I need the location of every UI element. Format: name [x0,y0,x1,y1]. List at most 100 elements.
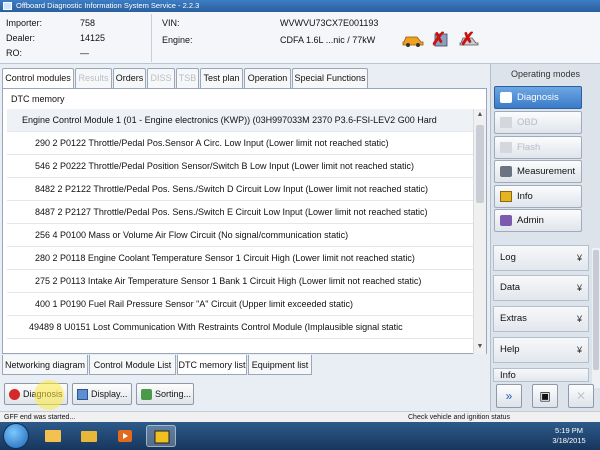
mode-label: Flash [517,142,541,153]
accordion-label: Log [500,252,516,263]
tab-test-plan[interactable]: Test plan [200,68,243,88]
vehicle-error-icon: ✗ [460,29,476,49]
accordion-label: Help [500,344,520,355]
ro-label: RO: [6,48,23,58]
start-button[interactable] [3,423,29,449]
scroll-up-icon[interactable]: ▲ [476,111,484,119]
dealer-label: Dealer: [6,33,36,43]
main-tabs: Control modules Results Orders DISS TSB … [2,68,488,89]
list-tabs: Networking diagram Control Module List D… [2,355,488,375]
mode-info-button[interactable]: Info [494,185,582,208]
dtc-memory-panel: DTC memory Engine Control Module 1 (01 -… [2,88,487,354]
dtc-row[interactable]: 49489 8 U0151 Lost Communication With Re… [7,316,473,339]
display-button[interactable]: Display... [72,383,132,405]
engine-value: CDFA 1.6L ...nic / 77kW [280,35,376,45]
info-mode-icon [500,191,512,202]
mode-measurement-button[interactable]: Measurement [494,160,582,183]
chevron-down-icon: ¥ [576,253,582,263]
car-icon [402,36,424,47]
tab-control-modules[interactable]: Control modules [2,68,74,89]
measurement-mode-icon [500,166,512,177]
accordion-data[interactable]: Data ¥ [493,275,589,301]
tab-diss[interactable]: DISS [147,68,175,88]
app-icon [3,2,12,10]
accordion-label: Info [500,370,516,381]
forward-icon[interactable]: » [496,384,522,408]
mode-label: Diagnosis [517,92,559,103]
accordion-help[interactable]: Help ¥ [493,337,589,363]
vin-label: VIN: [162,18,180,28]
chevron-down-icon: ¥ [576,345,582,355]
mode-label: OBD [517,117,538,128]
accordion-info[interactable]: Info [493,368,589,382]
folder-icon[interactable] [74,425,104,447]
mode-label: Info [517,191,533,202]
odis-app-icon[interactable] [146,425,176,447]
tab-operation[interactable]: Operation [244,68,291,88]
sorting-button-label: Sorting... [155,389,192,399]
sidebar-heading: Operating modes [510,69,581,79]
tab-equipment-list[interactable]: Equipment list [248,355,312,375]
tab-networking-diagram[interactable]: Networking diagram [2,355,88,375]
tab-control-module-list[interactable]: Control Module List [89,355,176,375]
sidebar-controls: » ▣ ✕ [496,384,596,408]
importer-value: 758 [80,18,96,28]
clock-date: 3/18/2015 [552,436,586,445]
accordion-log[interactable]: Log ¥ [493,245,589,271]
dtc-row[interactable]: 400 1 P0190 Fuel Rail Pressure Sensor "A… [7,293,473,316]
tab-special-functions[interactable]: Special Functions [292,68,368,88]
tab-results[interactable]: Results [75,68,112,88]
mode-flash-button[interactable]: Flash [494,136,582,159]
dtc-row[interactable]: 256 4 P0100 Mass or Volume Air Flow Circ… [7,224,473,247]
sorting-button[interactable]: Sorting... [136,383,194,405]
dtc-row[interactable]: 275 2 P0113 Intake Air Temperature Senso… [7,270,473,293]
vehicle-info: VIN: WVWVU73CX7E001193 Engine: CDFA 1.6L… [156,14,396,62]
dealer-value: 14125 [80,33,106,43]
display-icon [77,389,88,400]
interface-error-icon: ✗ [431,29,447,49]
media-player-icon[interactable] [110,425,140,447]
taskbar: 5:19 PM 3/18/2015 [0,422,600,450]
system-clock[interactable]: 5:19 PM 3/18/2015 [540,426,598,446]
connection-status: ✗ ✗ [400,28,490,58]
importer-label: Importer: [6,18,43,28]
dtc-row[interactable]: 8487 2 P2127 Throttle/Pedal Pos. Sens./S… [7,201,473,224]
dealer-info: Importer: 758 Dealer: 14125 RO: — [0,14,152,62]
status-bar: GFF end was started... Check vehicle and… [0,411,600,422]
chevron-down-icon: ¥ [576,314,582,324]
scroll-thumb[interactable] [476,125,484,203]
obd-mode-icon [500,117,512,128]
panel-title: DTC memory [11,94,65,104]
sidebar-scrollbar[interactable] [592,248,600,388]
scroll-down-icon[interactable]: ▼ [476,343,484,351]
window-title: Offboard Diagnostic Information System S… [16,1,200,10]
operating-modes-sidebar: Operating modes Diagnosis OBD Flash Meas… [490,64,600,411]
explorer-icon[interactable] [38,425,68,447]
diagnosis-mode-icon [500,92,512,103]
dtc-scrollbar[interactable]: ▲ ▼ [473,109,486,354]
tab-orders[interactable]: Orders [113,68,146,88]
dtc-module-header[interactable]: Engine Control Module 1 (01 - Engine ele… [7,109,473,132]
mode-admin-button[interactable]: Admin [494,209,582,232]
engine-label: Engine: [162,35,193,45]
accordion-extras[interactable]: Extras ¥ [493,306,589,332]
cancel-icon[interactable]: ✕ [568,384,594,408]
chevron-down-icon: ¥ [576,283,582,293]
stop-icon [9,389,20,400]
accordion-label: Extras [500,313,527,324]
flash-mode-icon [500,142,512,153]
dtc-row[interactable]: 280 2 P0118 Engine Coolant Temperature S… [7,247,473,270]
mode-obd-button[interactable]: OBD [494,111,582,134]
dtc-row[interactable]: 8482 2 P2122 Throttle/Pedal Pos. Sens./S… [7,178,473,201]
window-titlebar: Offboard Diagnostic Information System S… [0,0,600,12]
dtc-row[interactable]: 290 2 P0122 Throttle/Pedal Pos.Sensor A … [7,132,473,155]
mode-diagnosis-button[interactable]: Diagnosis [494,86,582,109]
mode-label: Measurement [517,166,576,177]
sidebar-scroll-thumb[interactable] [593,250,599,370]
vehicle-info-bar: Importer: 758 Dealer: 14125 RO: — VIN: W… [0,12,600,64]
tab-tsb[interactable]: TSB [176,68,199,88]
display-button-label: Display... [91,389,128,399]
tab-dtc-memory-list[interactable]: DTC memory list [177,355,247,375]
stop-square-icon[interactable]: ▣ [532,384,558,408]
dtc-row[interactable]: 546 2 P0222 Throttle/Pedal Position Sens… [7,155,473,178]
